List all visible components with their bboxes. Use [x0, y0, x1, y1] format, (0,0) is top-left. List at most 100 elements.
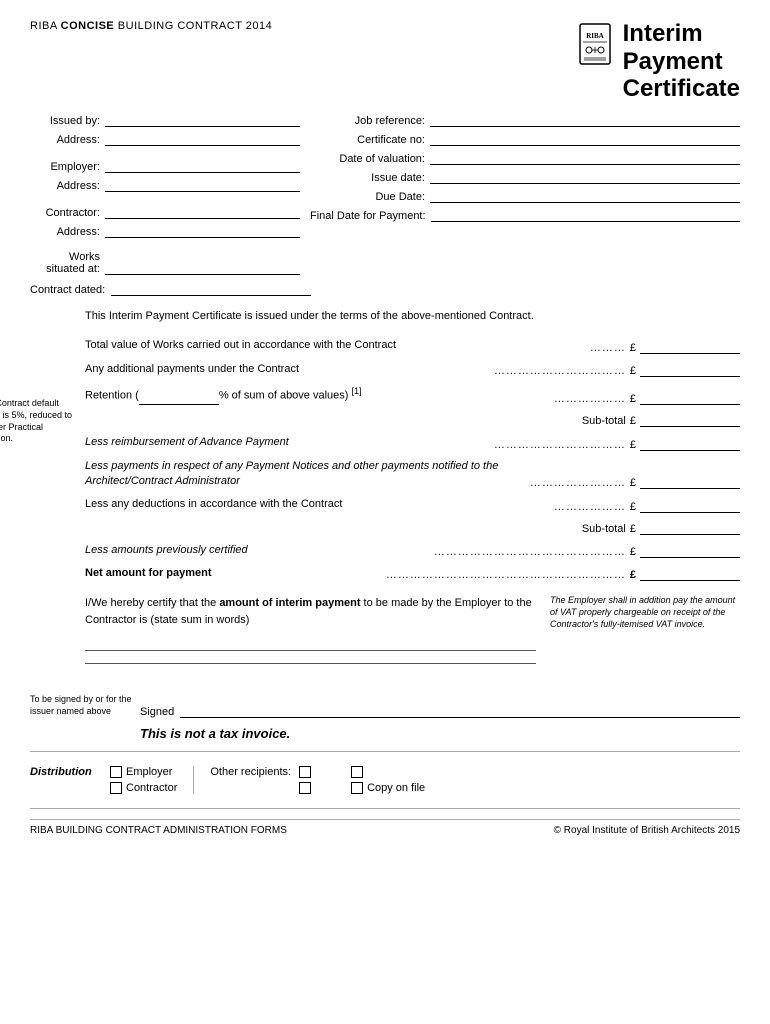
- dist-separator: [193, 766, 194, 794]
- contract-dated-value[interactable]: [111, 282, 311, 296]
- row3-pound: £: [630, 393, 640, 405]
- row2-value[interactable]: [640, 363, 740, 377]
- works-value[interactable]: [105, 261, 300, 275]
- employer-value[interactable]: [105, 159, 300, 173]
- dist-copy-label: Copy on file: [367, 782, 425, 794]
- contract-suffix: BUILDING CONTRACT 2014: [114, 20, 272, 32]
- intro-text: This Interim Payment Certificate is issu…: [85, 308, 740, 325]
- dist-contractor-label: Contractor: [126, 782, 177, 794]
- not-tax-label: This is not a tax invoice.: [140, 726, 740, 741]
- cert-no-label: Certificate no:: [310, 134, 430, 146]
- calc-row-3: Retention ( % of sum of above values) [1…: [85, 385, 740, 405]
- contract-dated-label: Contract dated:: [30, 284, 111, 296]
- footer: RIBA BUILDING CONTRACT ADMINISTRATION FO…: [30, 819, 740, 836]
- row2-dots: ……………………………: [494, 365, 630, 377]
- issued-by-value[interactable]: [105, 113, 300, 127]
- dist-copy-row: Copy on file: [351, 782, 425, 794]
- row5-pound: £: [630, 477, 640, 489]
- dist-contractor-checkbox[interactable]: [110, 782, 122, 794]
- employer-address-label: Address:: [30, 180, 105, 192]
- due-date-value[interactable]: [430, 189, 740, 203]
- issued-address-label: Address:: [30, 134, 105, 146]
- row7-value[interactable]: [640, 544, 740, 558]
- right-fields: Job reference: Certificate no: Date of v…: [310, 113, 740, 280]
- dist-copy-checkbox[interactable]: [351, 782, 363, 794]
- title-line3: Certificate: [623, 75, 740, 102]
- document-title: Interim Payment Certificate: [623, 20, 740, 103]
- dist-other-col: Other recipients:: [210, 766, 311, 794]
- signature-row: To be signed by or for the issuer named …: [30, 694, 740, 717]
- certify-bold: amount of interim payment: [219, 597, 360, 609]
- employer-address-value[interactable]: [105, 178, 300, 192]
- subtotal1-value[interactable]: [640, 413, 740, 427]
- cert-no-row: Certificate no:: [310, 132, 740, 146]
- subtotal2-value[interactable]: [640, 521, 740, 535]
- job-ref-value[interactable]: [430, 113, 740, 127]
- dist-employer-item: Employer: [110, 766, 177, 778]
- date-valuation-label: Date of valuation:: [310, 153, 430, 165]
- final-date-value[interactable]: [431, 208, 740, 222]
- header-right: RIBA Interim Payment Certificate: [575, 20, 740, 103]
- row1-value[interactable]: [640, 340, 740, 354]
- distribution-section: Distribution Employer Contractor Other r…: [30, 762, 740, 798]
- contractor-address-label: Address:: [30, 226, 105, 238]
- top-fields: Issued by: Address: Employer: Address: C…: [30, 113, 740, 280]
- dist-other-label: Other recipients:: [210, 766, 291, 778]
- dist-other-checkbox-1[interactable]: [299, 766, 311, 778]
- row8-dots: ……………………………………………………: [386, 569, 630, 581]
- row6-label: Less any deductions in accordance with t…: [85, 497, 554, 512]
- calc-row-7: Less amounts previously certified …………………: [85, 543, 740, 558]
- dist-employer-checkbox[interactable]: [110, 766, 122, 778]
- issue-date-value[interactable]: [430, 170, 740, 184]
- job-ref-row: Job reference:: [310, 113, 740, 127]
- dist-extra-checkbox-1[interactable]: [351, 766, 363, 778]
- certify-before-bold: I/We hereby certify that the: [85, 597, 219, 609]
- page: RIBA CONCISE BUILDING CONTRACT 2014 RIBA…: [0, 0, 770, 1024]
- cert-no-value[interactable]: [430, 132, 740, 146]
- works-label: Works situated at:: [30, 251, 105, 275]
- issue-date-row: Issue date:: [310, 170, 740, 184]
- issued-address-value[interactable]: [105, 132, 300, 146]
- title-line1: Interim: [623, 20, 703, 47]
- row7-pound: £: [630, 546, 640, 558]
- row5-value[interactable]: [640, 475, 740, 489]
- row5-dots: ……………………: [530, 477, 630, 489]
- row8-pound: £: [630, 569, 640, 581]
- issued-by-label: Issued by:: [30, 115, 105, 127]
- signature-section: To be signed by or for the issuer named …: [30, 684, 740, 740]
- signed-line[interactable]: [180, 704, 740, 718]
- dist-employer-label: Employer: [126, 766, 172, 778]
- employer-row: Employer:: [30, 159, 310, 173]
- row8-label: Net amount for payment: [85, 566, 386, 581]
- distribution-divider: [30, 751, 740, 752]
- riba-logo-icon: RIBA: [575, 22, 615, 67]
- final-date-row: Final Date for Payment:: [310, 208, 740, 222]
- works-row: Works situated at:: [30, 251, 310, 275]
- subtotal1-label: Sub-total: [582, 415, 630, 427]
- subtotal2-label: Sub-total: [582, 523, 630, 535]
- employer-address-row: Address:: [30, 178, 310, 192]
- dist-extra-col: Copy on file: [351, 766, 425, 794]
- row6-value[interactable]: [640, 499, 740, 513]
- row3-value[interactable]: [640, 391, 740, 405]
- row1-pound: £: [630, 342, 640, 354]
- contractor-address-value[interactable]: [105, 224, 300, 238]
- dist-contractor-item: Contractor: [110, 782, 177, 794]
- date-valuation-value[interactable]: [430, 151, 740, 165]
- row1-dots: ………: [590, 342, 630, 354]
- subtotal-row-2: Sub-total £: [85, 521, 740, 535]
- vat-notice-text: The Employer shall in addition pay the a…: [550, 595, 735, 628]
- row4-dots: ……………………………: [494, 439, 630, 451]
- signed-row: Signed: [140, 704, 740, 718]
- row5-label: Less payments in respect of any Payment …: [85, 459, 530, 490]
- dist-other-checkbox-2[interactable]: [299, 782, 311, 794]
- row4-value[interactable]: [640, 437, 740, 451]
- contractor-address-row: Address:: [30, 224, 310, 238]
- final-date-label: Final Date for Payment:: [310, 210, 431, 222]
- body-section: This Interim Payment Certificate is issu…: [85, 308, 740, 582]
- contractor-value[interactable]: [105, 205, 300, 219]
- row8-value[interactable]: [640, 567, 740, 581]
- subtotal2-pound: £: [630, 523, 640, 535]
- row3-dots: ………………: [554, 393, 630, 405]
- row2-pound: £: [630, 365, 640, 377]
